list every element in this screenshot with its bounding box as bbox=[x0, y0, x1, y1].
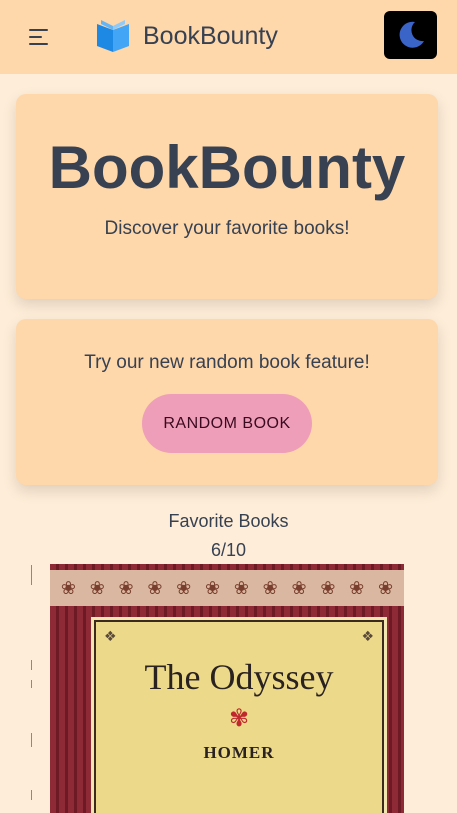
cover-title-panel: ❖ ❖ The Odyssey ✾ HOMER bbox=[91, 617, 387, 813]
moon-icon bbox=[399, 21, 424, 48]
carousel-scroll-marker bbox=[31, 790, 32, 800]
flower-ornament-icon: ✾ bbox=[228, 705, 250, 732]
random-book-text: Try our new random book feature! bbox=[84, 352, 370, 373]
carousel-scroll-marker bbox=[31, 660, 32, 670]
carousel-scroll-marker bbox=[31, 680, 32, 688]
hero-card: BookBounty Discover your favorite books! bbox=[16, 94, 438, 299]
random-book-card: Try our new random book feature! RANDOM … bbox=[16, 319, 438, 485]
hero-title: BookBounty bbox=[48, 134, 406, 201]
hamburger-icon-line bbox=[29, 43, 48, 45]
theme-toggle-button[interactable] bbox=[384, 11, 437, 59]
carousel-scroll-marker bbox=[31, 733, 32, 747]
hero-subtitle: Discover your favorite books! bbox=[104, 218, 350, 239]
favorites-counter: 6/10 bbox=[210, 540, 247, 560]
random-book-button[interactable]: RANDOM BOOK bbox=[142, 394, 312, 453]
book-title: The Odyssey bbox=[144, 657, 334, 697]
brand-link[interactable]: BookBounty bbox=[95, 16, 278, 56]
carousel-scroll-marker bbox=[31, 565, 32, 585]
corner-ornament-icon: ❖ bbox=[104, 628, 117, 644]
open-book-icon bbox=[97, 20, 129, 52]
book-cover[interactable]: ❀ ❀ ❀ ❀ ❀ ❀ ❀ ❀ ❀ ❀ ❀ ❀ ❖ ❖ The Odyssey ✾ HOMER bbox=[50, 564, 404, 813]
navbar: BookBounty bbox=[0, 0, 457, 74]
cover-ornamental-border: ❀ ❀ ❀ ❀ ❀ ❀ ❀ ❀ ❀ ❀ ❀ ❀ bbox=[50, 570, 404, 606]
corner-ornament-icon: ❖ bbox=[361, 628, 374, 644]
favorites-title: Favorite Books bbox=[168, 511, 289, 531]
book-author: HOMER bbox=[203, 743, 275, 762]
menu-button[interactable] bbox=[24, 22, 54, 52]
hamburger-icon bbox=[29, 29, 48, 31]
brand-name: BookBounty bbox=[143, 21, 278, 50]
hamburger-icon-line bbox=[29, 36, 42, 38]
